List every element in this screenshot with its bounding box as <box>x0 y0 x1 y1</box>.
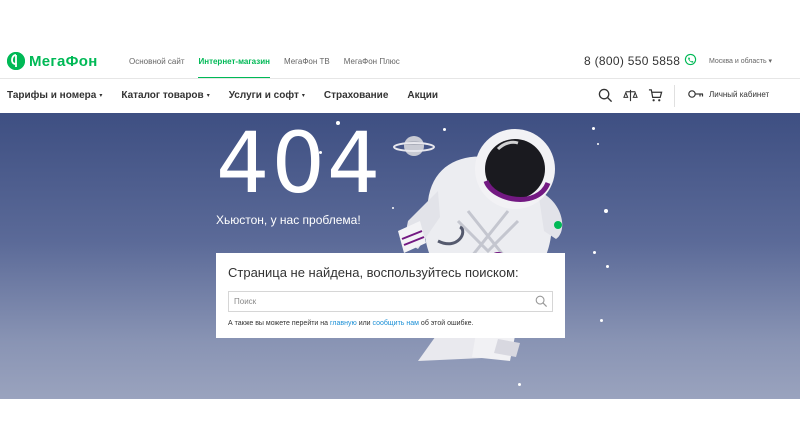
star-decoration <box>597 143 599 145</box>
cart-icon[interactable] <box>648 88 663 103</box>
personal-account-button[interactable]: Личный кабинет <box>688 89 769 99</box>
menu-separator <box>674 85 675 107</box>
menu-services[interactable]: Услуги и софт ▾ <box>229 90 305 101</box>
report-link[interactable]: сообщить нам <box>373 320 419 327</box>
topnav-megafon-plus[interactable]: МегаФон Плюс <box>344 57 400 66</box>
logo-text: МегаФон <box>29 52 98 70</box>
call-icon[interactable] <box>684 53 697 66</box>
star-decoration <box>592 127 595 130</box>
logo-badge-icon <box>7 52 25 70</box>
error-subtitle: Хьюстон, у нас проблема! <box>216 213 361 227</box>
home-link[interactable]: главную <box>330 320 357 327</box>
main-menu: Тарифы и номера ▾ Каталог товаров ▾ Услуги… <box>0 79 800 113</box>
error-hero: 404 Хьюстон, у нас проблема! Страница не… <box>0 113 800 399</box>
search-input[interactable] <box>229 297 529 306</box>
compare-icon[interactable] <box>623 88 638 103</box>
key-icon <box>688 90 704 98</box>
search-field[interactable] <box>228 291 553 312</box>
star-decoration <box>392 207 394 209</box>
card-title: Страница не найдена, воспользуйтесь поис… <box>228 265 519 280</box>
chevron-down-icon: ▾ <box>206 93 210 99</box>
star-decoration <box>604 209 608 213</box>
topnav-online-store[interactable]: Интернет-магазин <box>198 57 271 79</box>
star-decoration <box>600 319 603 322</box>
star-decoration <box>593 251 596 254</box>
topnav-megafon-tv[interactable]: МегаФон ТВ <box>284 57 330 66</box>
megafon-logo[interactable]: МегаФон <box>7 52 98 70</box>
star-decoration <box>518 383 521 386</box>
help-text: А также вы можете перейти на главную или… <box>228 320 474 327</box>
menu-insurance[interactable]: Страхование <box>324 90 389 101</box>
personal-account-label: Личный кабинет <box>709 89 770 99</box>
top-navigation: Основной сайт Интернет-магазин МегаФон Т… <box>129 57 400 79</box>
menu-promotions[interactable]: Акции <box>407 90 438 101</box>
chevron-down-icon: ▾ <box>301 93 305 99</box>
support-phone[interactable]: 8 (800) 550 5858 <box>584 54 680 68</box>
search-icon[interactable] <box>598 88 613 103</box>
top-header: МегаФон Основной сайт Интернет-магазин М… <box>0 0 800 79</box>
menu-catalog[interactable]: Каталог товаров ▾ <box>121 90 209 101</box>
topnav-main-site[interactable]: Основной сайт <box>129 57 184 66</box>
region-selector[interactable]: Москва и область ▾ <box>709 57 772 65</box>
error-code: 404 <box>216 114 383 212</box>
menu-tariffs[interactable]: Тарифы и номера ▾ <box>7 90 102 101</box>
search-icon[interactable] <box>535 295 548 308</box>
star-decoration <box>606 265 609 268</box>
search-card: Страница не найдена, воспользуйтесь поис… <box>216 253 565 338</box>
chevron-down-icon: ▾ <box>99 93 103 99</box>
page-bottom <box>0 399 800 444</box>
